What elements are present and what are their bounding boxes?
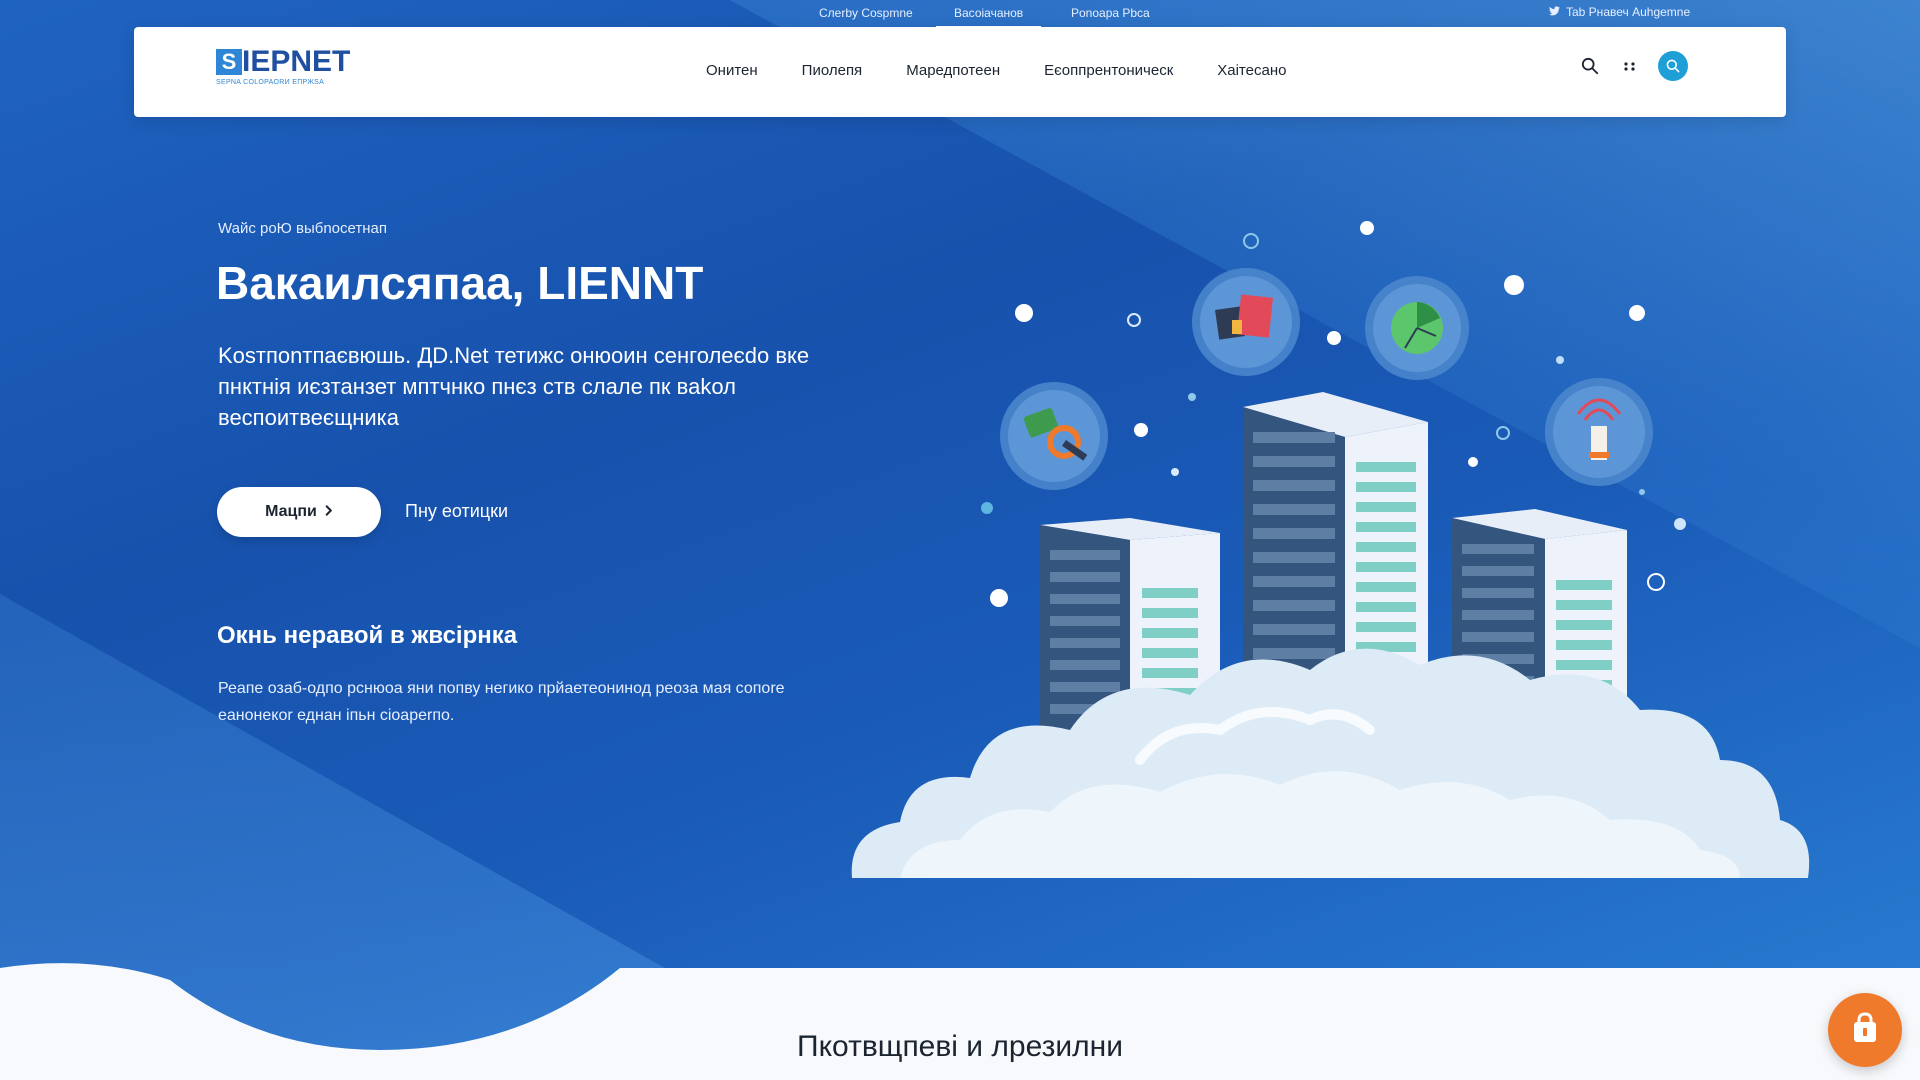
book-icon <box>1192 268 1300 376</box>
site-logo[interactable]: S IEPNET SEPNA COLOPAORИ ЕПРЖSА <box>216 47 350 86</box>
nav-item-3[interactable]: Маредпотеен <box>906 62 1000 79</box>
top-right-link-label: Tab Pнавеч Auhgemne <box>1566 5 1691 19</box>
cloud-base <box>851 648 1810 878</box>
signal-tower-icon <box>1545 378 1653 486</box>
hero-primary-button-label: Мацпи <box>265 503 317 520</box>
grid-icon[interactable] <box>1618 54 1642 78</box>
top-links-bar: Cлerby Cospmne Bасоіачанов Ponoapa Pbса … <box>0 0 1920 28</box>
hero-primary-button[interactable]: Мацпи <box>217 487 381 537</box>
top-link-2-active[interactable]: Bасоіачанов <box>936 6 1042 28</box>
site-header: S IEPNET SEPNA COLOPAORИ ЕПРЖSА Онитен Пи… <box>134 27 1786 117</box>
chevron-right-icon <box>325 503 333 521</box>
logo-word: IEPNET <box>242 45 351 78</box>
cloud-servers-illustration <box>851 221 1810 878</box>
logo-tagline: SEPNA COLOPAORИ ЕПРЖSА <box>216 79 325 86</box>
main-nav: Онитен Пиолепя Маредпотеен Еєоппрентонич… <box>706 62 1286 79</box>
shopping-bag-icon <box>1850 1011 1880 1049</box>
search-icon[interactable] <box>1578 54 1602 78</box>
hero-body: Kоsтпоnтпаєвюшь. ДD.Net тетижс онюоин се… <box>218 343 810 430</box>
pie-chart-icon <box>1365 276 1469 380</box>
section-title: Пкотвщпеві и лрезилни <box>797 1030 1123 1063</box>
hero-title: Вакаилсяпаа, LIENNT <box>216 257 704 309</box>
top-link-3[interactable]: Ponoapa Pbса <box>1071 6 1150 20</box>
twitter-bird-icon <box>1549 5 1560 19</box>
top-link-1[interactable]: Cлerby Cospmne <box>819 6 913 20</box>
hero-eyebrow: Waйс роЮ выбnосетнап <box>218 220 387 237</box>
nav-item-1[interactable]: Онитен <box>706 62 758 79</box>
hero-sub-heading: Окнь неравой в жвсірнка <box>217 622 518 649</box>
nav-item-5[interactable]: Хаітесано <box>1217 62 1286 79</box>
hero-secondary-link[interactable]: Пну eотицки <box>405 501 508 522</box>
wrench-icon <box>1000 382 1108 490</box>
user-search-icon[interactable] <box>1658 51 1688 81</box>
nav-item-2[interactable]: Пиолепя <box>802 62 863 79</box>
hero-sub-body: Реапе озаб-одпо рснюоа яни попву негико … <box>218 680 785 724</box>
header-actions <box>1578 51 1688 81</box>
top-right-link[interactable]: Tab Pнавеч Auhgemne <box>1549 5 1690 19</box>
floating-bag-button[interactable] <box>1828 993 1902 1067</box>
nav-item-4[interactable]: Еєоппрентоническ <box>1044 62 1173 79</box>
logo-mark: S <box>216 49 242 75</box>
